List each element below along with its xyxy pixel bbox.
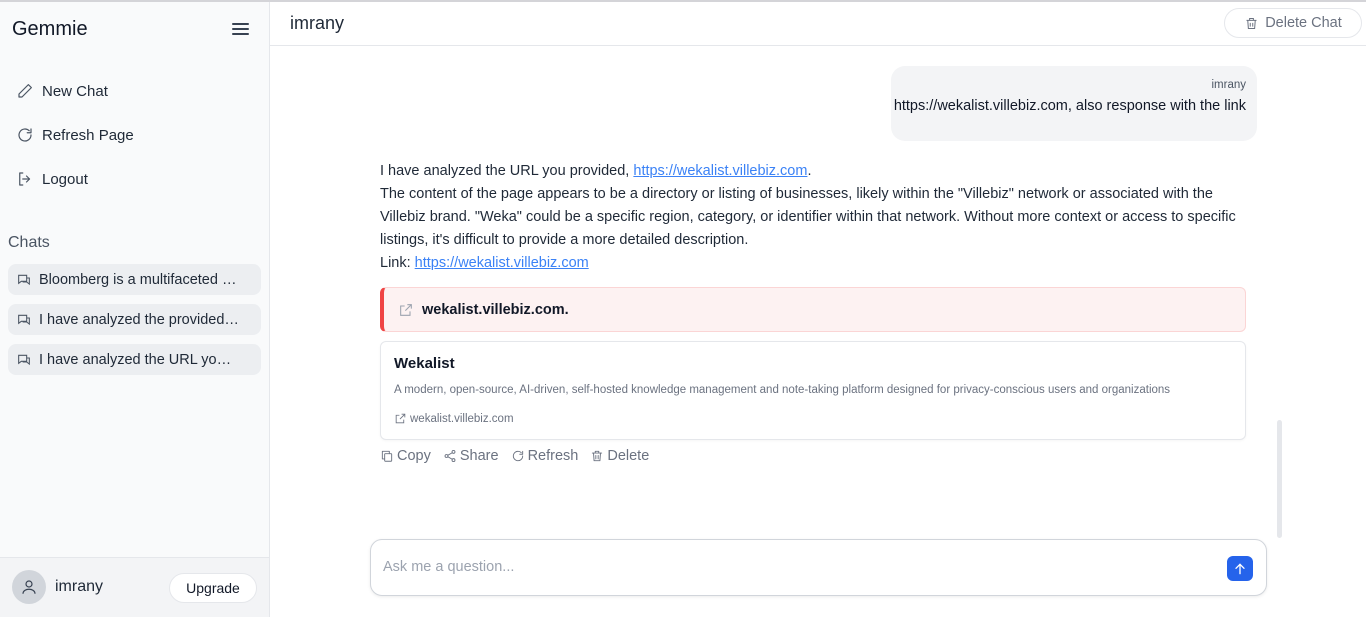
- avatar[interactable]: [12, 570, 46, 604]
- external-link-icon: [400, 303, 412, 316]
- logout-label: Logout: [42, 170, 88, 188]
- external-link-banner[interactable]: wekalist.villebiz.com.: [380, 287, 1246, 332]
- user-name: imrany: [55, 578, 104, 595]
- new-chat-label: New Chat: [42, 82, 108, 100]
- upgrade-button[interactable]: Upgrade: [169, 573, 257, 603]
- chat-history-item[interactable]: Bloomberg is a multifaceted global: [8, 264, 261, 295]
- external-link-text: wekalist.villebiz.com.: [422, 301, 569, 318]
- chat-history-title: I have analyzed the URL you provided: [39, 351, 239, 368]
- delete-message-button[interactable]: Delete: [590, 448, 649, 464]
- assistant-intro: I have analyzed the URL you provided, ht…: [380, 163, 812, 179]
- sidebar: Gemmie New Chat Refresh Page Logout Chat…: [0, 2, 270, 617]
- link-preview-card[interactable]: Wekalist A modern, open-source, AI-drive…: [380, 341, 1246, 440]
- assistant-message: I have analyzed the URL you provided, ht…: [380, 160, 1250, 275]
- new-chat-button[interactable]: New Chat: [16, 76, 108, 106]
- delete-chat-label: Delete Chat: [1265, 15, 1342, 31]
- refresh-icon: [18, 128, 32, 142]
- brand-logo: Gemmie: [12, 18, 88, 40]
- send-button[interactable]: [1227, 556, 1253, 581]
- refresh-page-label: Refresh Page: [42, 126, 134, 144]
- logout-button[interactable]: Logout: [16, 164, 88, 194]
- chat-header: imrany Delete Chat: [270, 2, 1366, 46]
- chat-bubble-icon: [18, 354, 30, 365]
- assistant-body: The content of the page appears to be a …: [380, 186, 1236, 248]
- message-text: https://wekalist.villebiz.com, also resp…: [893, 98, 1246, 114]
- chat-history-title: I have analyzed the provided URL: [39, 311, 239, 328]
- hamburger-icon: [232, 23, 249, 25]
- trash-icon: [1246, 17, 1257, 29]
- external-link-icon: [395, 413, 406, 424]
- chat-history-item[interactable]: I have analyzed the provided URL: [8, 304, 261, 335]
- user-profile-bar: imrany Upgrade: [0, 557, 269, 617]
- chat-bubble-icon: [18, 314, 30, 325]
- preview-description: A modern, open-source, AI-driven, self-h…: [394, 384, 1171, 396]
- response-link[interactable]: https://wekalist.villebiz.com: [415, 255, 589, 271]
- message-actions: Copy Share Refresh Delete: [380, 448, 649, 464]
- pencil-icon: [18, 84, 32, 98]
- delete-chat-button[interactable]: Delete Chat: [1224, 8, 1362, 38]
- chats-heading: Chats: [8, 234, 50, 251]
- preview-domain[interactable]: wekalist.villebiz.com: [394, 412, 514, 425]
- scrollbar-thumb[interactable]: [1277, 420, 1282, 538]
- chat-input-container: [370, 539, 1267, 596]
- refresh-icon: [512, 450, 523, 462]
- share-button[interactable]: Share: [443, 448, 499, 464]
- trash-icon: [592, 450, 603, 462]
- chat-history-title: Bloomberg is a multifaceted global: [39, 271, 239, 288]
- preview-title: Wekalist: [394, 355, 455, 372]
- chat-input[interactable]: [383, 554, 1203, 580]
- message-author: imrany: [1211, 79, 1246, 91]
- user-icon: [22, 580, 36, 594]
- copy-icon: [381, 450, 393, 462]
- logout-icon: [19, 172, 31, 186]
- menu-toggle-button[interactable]: [230, 20, 252, 40]
- chat-bubble-icon: [18, 274, 30, 285]
- user-message-bubble: imrany https://wekalist.villebiz.com, al…: [891, 66, 1257, 141]
- page-title: imrany: [290, 13, 345, 33]
- refresh-page-button[interactable]: Refresh Page: [16, 120, 134, 150]
- chat-history-item[interactable]: I have analyzed the URL you provided: [8, 344, 261, 375]
- arrow-up-icon: [1235, 563, 1245, 574]
- intro-link[interactable]: https://wekalist.villebiz.com: [633, 163, 807, 179]
- copy-button[interactable]: Copy: [380, 448, 431, 464]
- assistant-link-line: Link: https://wekalist.villebiz.com: [380, 255, 589, 271]
- share-icon: [444, 449, 456, 463]
- refresh-button[interactable]: Refresh: [511, 448, 578, 464]
